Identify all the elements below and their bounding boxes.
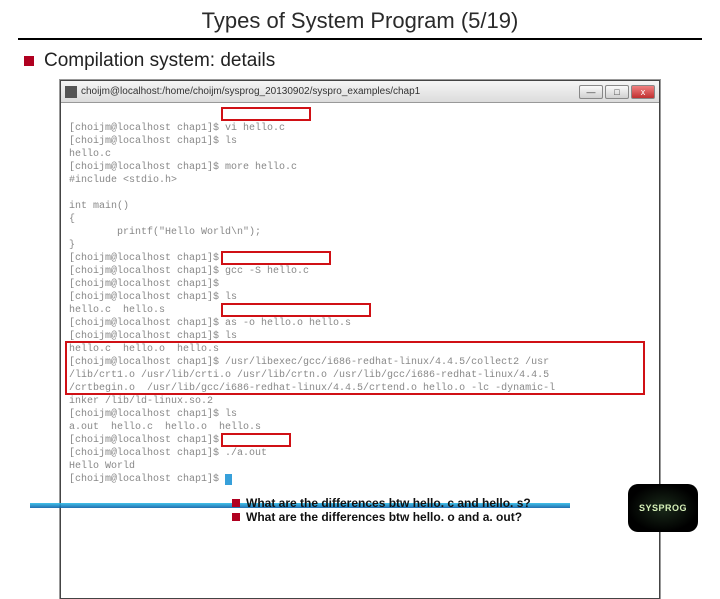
term-line: [choijm@localhost chap1]$ ls xyxy=(69,331,237,342)
window-title: choijm@localhost:/home/choijm/sysprog_20… xyxy=(65,86,420,98)
highlight-box-gcc xyxy=(221,251,331,265)
term-line: [choijm@localhost chap1]$ gcc -S hello.c xyxy=(69,266,309,277)
highlight-box-aout xyxy=(221,433,291,447)
term-line: [choijm@localhost chap1]$ xyxy=(69,435,219,446)
bullet-square-icon xyxy=(24,56,34,66)
term-line: int main() xyxy=(69,201,129,212)
term-line: [choijm@localhost chap1]$ xyxy=(69,253,219,264)
maximize-button[interactable]: □ xyxy=(605,85,629,99)
term-line: [choijm@localhost chap1]$ /usr/libexec/g… xyxy=(69,357,549,368)
term-line: } xyxy=(69,240,75,251)
term-line: [choijm@localhost chap1]$ ls xyxy=(69,409,237,420)
term-line: hello.c hello.s xyxy=(69,305,165,316)
term-line: a.out hello.c hello.o hello.s xyxy=(69,422,261,433)
question-2-text: What are the differences btw hello. o an… xyxy=(246,510,522,524)
bullet-square-icon xyxy=(232,513,240,521)
window-controls: — □ x xyxy=(579,85,655,99)
term-line: [choijm@localhost chap1]$ ls xyxy=(69,136,237,147)
minimize-button[interactable]: — xyxy=(579,85,603,99)
highlight-box-as xyxy=(221,303,371,317)
question-2: What are the differences btw hello. o an… xyxy=(232,510,531,524)
term-line: [choijm@localhost chap1]$ xyxy=(69,279,219,290)
question-1-text: What are the differences btw hello. c an… xyxy=(246,496,531,510)
term-line: [choijm@localhost chap1]$ more hello.c xyxy=(69,162,297,173)
badge-text: SYSPROG xyxy=(639,503,687,513)
window-title-text: choijm@localhost:/home/choijm/sysprog_20… xyxy=(81,86,420,97)
questions-block: What are the differences btw hello. c an… xyxy=(232,496,531,524)
term-line: printf("Hello World\n"); xyxy=(69,227,261,238)
cursor-icon xyxy=(225,474,232,485)
sysprog-badge: SYSPROG xyxy=(628,484,698,532)
term-line: [choijm@localhost chap1]$ ./a.out xyxy=(69,448,267,459)
question-1: What are the differences btw hello. c an… xyxy=(232,496,531,510)
slide-title: Types of System Program (5/19) xyxy=(0,0,720,38)
term-line: hello.c hello.o hello.s xyxy=(69,344,219,355)
window-titlebar: choijm@localhost:/home/choijm/sysprog_20… xyxy=(61,81,659,103)
term-line: { xyxy=(69,214,75,225)
close-button[interactable]: x xyxy=(631,85,655,99)
term-line: [choijm@localhost chap1]$ as -o hello.o … xyxy=(69,318,351,329)
term-line: hello.c xyxy=(69,149,111,160)
main-bullet: Compilation system: details xyxy=(24,50,720,72)
term-line: inker /lib/ld-linux.so.2 xyxy=(69,396,213,407)
highlight-box-vi xyxy=(221,107,311,121)
term-line: [choijm@localhost chap1]$ vi hello.c xyxy=(69,123,285,134)
term-line: [choijm@localhost chap1]$ xyxy=(69,474,225,485)
terminal-icon xyxy=(65,86,77,98)
term-line: [choijm@localhost chap1]$ ls xyxy=(69,292,237,303)
bullet-text: Compilation system: details xyxy=(44,50,275,72)
term-line: /crtbegin.o /usr/lib/gcc/i686-redhat-lin… xyxy=(69,383,555,394)
term-line: /lib/crt1.o /usr/lib/crti.o /usr/lib/crt… xyxy=(69,370,549,381)
term-line: Hello World xyxy=(69,461,135,472)
term-line: #include <stdio.h> xyxy=(69,175,177,186)
bullet-square-icon xyxy=(232,499,240,507)
title-rule xyxy=(18,38,702,40)
